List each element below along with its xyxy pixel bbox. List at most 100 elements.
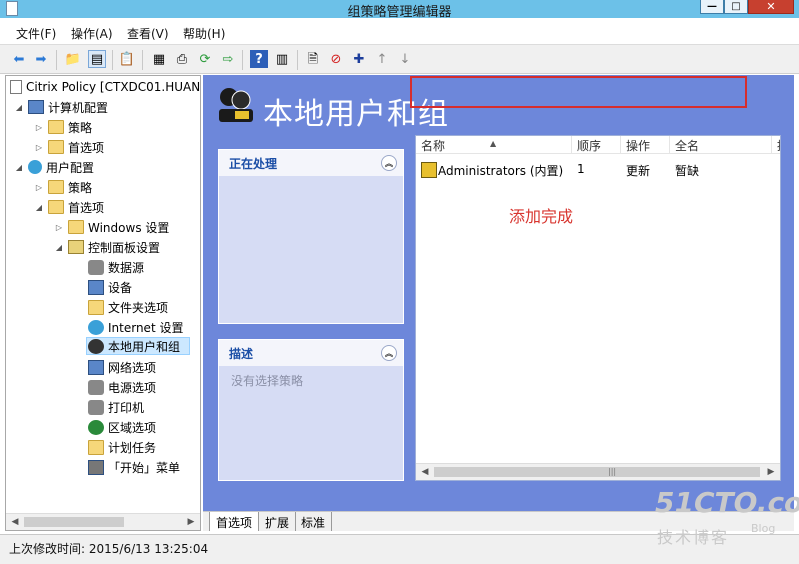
tree-item-start-menu[interactable]: 「开始」菜单 (88, 458, 180, 476)
show-hide-action-icon[interactable]: ▥ (273, 50, 291, 68)
tree-item-cc-policies[interactable]: ▷ 策略 (34, 118, 92, 136)
minimize-icon: — (707, 0, 717, 12)
scroll-right-icon[interactable]: ▶ (184, 516, 198, 528)
folder-icon (48, 120, 64, 134)
tree-item-windows-settings[interactable]: ▷ Windows 设置 (54, 218, 169, 236)
tree-item-scheduled-tasks[interactable]: 计划任务 (88, 438, 156, 456)
tree-item-folder-options[interactable]: 文件夹选项 (88, 298, 168, 316)
tab-preferences[interactable]: 首选项 (209, 512, 260, 531)
column-header-action[interactable]: 操作 (621, 136, 670, 154)
collapsed-caret-icon[interactable]: ▷ (34, 123, 44, 132)
scroll-left-icon[interactable]: ◀ (418, 466, 432, 478)
scroll-right-icon[interactable]: ▶ (764, 466, 778, 478)
tree-item-label: 首选项 (68, 200, 105, 215)
tree-item-label: 文件夹选项 (108, 300, 169, 315)
list-header: 名称 ▲ 顺序 操作 全名 描 (416, 136, 780, 154)
menu-view[interactable]: 查看(V) (127, 25, 169, 42)
computer-icon (28, 100, 44, 114)
tree-item-label: 电源选项 (108, 380, 157, 395)
forward-icon[interactable]: ➡ (32, 50, 50, 68)
collapsed-caret-icon[interactable]: ▷ (34, 183, 44, 192)
tree-item-user-config[interactable]: ◢ 用户配置 (14, 158, 94, 176)
tree-item-regional[interactable]: 区域选项 (88, 418, 156, 436)
tree-horizontal-scrollbar[interactable]: ◀ ▶ (6, 513, 200, 530)
add-icon[interactable]: ✚ (350, 50, 368, 68)
tree-item-printers[interactable]: 打印机 (88, 398, 144, 416)
expanded-caret-icon[interactable]: ◢ (34, 203, 44, 212)
tree-item-datasource[interactable]: 数据源 (88, 258, 144, 276)
cell-order: 1 (577, 162, 585, 176)
tree-item-label: 策略 (68, 120, 93, 135)
preview-icon[interactable]: 🗎 (304, 50, 322, 68)
help-icon[interactable]: ? (250, 50, 268, 68)
tree-item-network[interactable]: 网络选项 (88, 358, 156, 376)
internet-globe-icon (88, 319, 104, 335)
tree-item-label: Internet 设置 (108, 320, 184, 335)
export-icon[interactable]: ⇨ (219, 50, 237, 68)
menu-bar: 文件(F) 操作(A) 查看(V) 帮助(H) (0, 22, 799, 44)
tree-item-label: 区域选项 (108, 420, 157, 435)
cell-fullname: 暂缺 (675, 164, 700, 178)
tree-item-internet-settings[interactable]: Internet 设置 (88, 318, 183, 336)
expanded-caret-icon[interactable]: ◢ (54, 243, 64, 252)
move-down-icon[interactable]: ↓ (396, 50, 414, 68)
cell-name: Administrators (内置) (438, 164, 564, 178)
column-header-fullname[interactable]: 全名 (670, 136, 772, 154)
highlight-box (410, 76, 747, 108)
title-bar: 组策略管理编辑器 — □ ✕ (0, 0, 799, 20)
column-header-description[interactable]: 描 (772, 136, 780, 154)
scroll-thumb[interactable] (24, 517, 124, 527)
minimize-button[interactable]: — (700, 0, 724, 14)
up-folder-icon[interactable]: 📁 (64, 50, 82, 68)
policy-document-icon (10, 80, 22, 94)
menu-help[interactable]: 帮助(H) (183, 25, 225, 42)
collapsed-caret-icon[interactable]: ▷ (54, 223, 64, 232)
folder-icon (48, 140, 64, 154)
tree-item-local-users-groups[interactable]: 本地用户和组 (86, 337, 190, 355)
column-header-name[interactable]: 名称 ▲ (416, 136, 572, 154)
tree-item-label: 数据源 (108, 260, 145, 275)
tree-item-power[interactable]: 电源选项 (88, 378, 156, 396)
processing-panel: 正在处理 ︽ (218, 149, 404, 324)
users-groups-icon (88, 338, 104, 354)
expanded-caret-icon[interactable]: ◢ (14, 103, 24, 112)
tree-item-uc-preferences[interactable]: ◢ 首选项 (34, 198, 104, 216)
preference-list: 名称 ▲ 顺序 操作 全名 描 Administrators (内置) 1 更新… (415, 135, 781, 481)
tree-item-computer-config[interactable]: ◢ 计算机配置 (14, 98, 108, 116)
column-header-order[interactable]: 顺序 (572, 136, 621, 154)
list-horizontal-scrollbar[interactable]: ◀ ||| ▶ (416, 463, 780, 480)
scroll-left-icon[interactable]: ◀ (8, 516, 22, 528)
tree-item-uc-policies[interactable]: ▷ 策略 (34, 178, 92, 196)
close-button[interactable]: ✕ (748, 0, 794, 14)
tree-item-label: 用户配置 (46, 160, 95, 175)
tab-standard[interactable]: 标准 (295, 512, 333, 531)
back-icon[interactable]: ⬅ (10, 50, 28, 68)
copy-icon[interactable]: 📋 (118, 50, 136, 68)
collapse-chevron-icon[interactable]: ︽ (381, 155, 397, 171)
menu-action[interactable]: 操作(A) (71, 25, 113, 42)
toolbar-separator (112, 50, 113, 70)
tree-item-control-panel[interactable]: ◢ 控制面板设置 (54, 238, 160, 256)
properties-icon[interactable]: ▦ (150, 50, 168, 68)
scroll-thumb[interactable]: ||| (434, 467, 760, 477)
tree-item-label: 打印机 (108, 400, 145, 415)
print-icon[interactable]: ⎙ (173, 50, 191, 68)
tree-item-cc-preferences[interactable]: ▷ 首选项 (34, 138, 104, 156)
refresh-icon[interactable]: ⟳ (196, 50, 214, 68)
local-group-icon (421, 162, 437, 178)
menu-file[interactable]: 文件(F) (16, 25, 56, 42)
printer-icon (88, 399, 104, 415)
maximize-button[interactable]: □ (724, 0, 748, 14)
move-up-icon[interactable]: ↑ (373, 50, 391, 68)
table-row[interactable]: Administrators (内置) 1 更新 暂缺 (416, 156, 780, 184)
panel-title: 正在处理 (229, 156, 278, 171)
collapse-chevron-icon[interactable]: ︽ (381, 345, 397, 361)
stop-icon[interactable]: ⊘ (327, 50, 345, 68)
tree-item-devices[interactable]: 设备 (88, 278, 132, 296)
expanded-caret-icon[interactable]: ◢ (14, 163, 24, 172)
show-hide-tree-icon[interactable]: ▤ (88, 50, 106, 68)
collapsed-caret-icon[interactable]: ▷ (34, 143, 44, 152)
window-title: 组策略管理编辑器 (347, 5, 452, 20)
tab-extended[interactable]: 扩展 (259, 512, 297, 531)
tree-item-root[interactable]: Citrix Policy [CTXDC01.HUAN (10, 78, 200, 96)
